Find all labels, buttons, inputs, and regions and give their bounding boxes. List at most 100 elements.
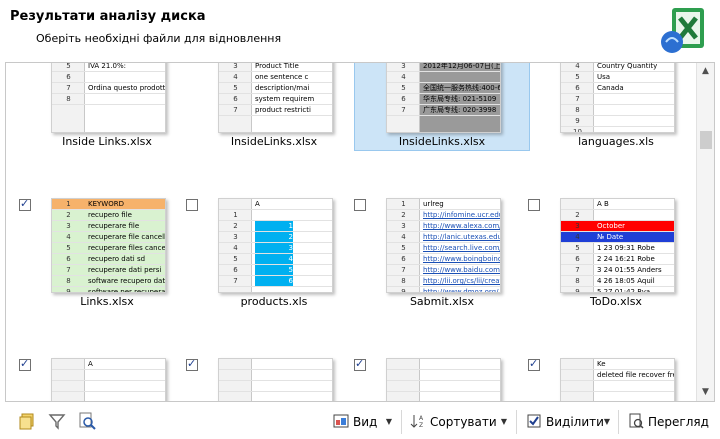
sheet-row: 1 urlreg	[387, 199, 500, 210]
cell-text: 5 27 01:42 Rya	[597, 288, 651, 293]
sheet-row: 6 华东局专线: 021-5109	[387, 94, 500, 105]
row-number: 1	[401, 200, 406, 208]
select-dropdown-icon[interactable]: ▼	[601, 411, 613, 433]
sheet-row: 6 Canada	[561, 83, 674, 94]
sheet-row: 9 software per recuperare file	[52, 287, 165, 293]
view-dropdown-icon[interactable]: ▼	[383, 411, 395, 433]
select-button[interactable]: Виділити	[526, 411, 604, 433]
cell-text: deleted file recover freel	[597, 371, 674, 379]
bottom-toolbar: Вид ▼ A Z Сортувати ▼ Виділити ▼ Перегляд	[0, 404, 720, 439]
row-number: 3	[575, 222, 580, 230]
sort-dropdown-icon[interactable]: ▼	[498, 411, 510, 433]
row-number: 3	[401, 222, 406, 230]
file-name-label[interactable]: Inside Links.xlsx	[19, 135, 195, 148]
view-button[interactable]: Вид	[333, 411, 377, 433]
sheet-row: 5 http://search.live.com/d	[387, 243, 500, 254]
scroll-down-icon[interactable]: ▼	[697, 384, 714, 401]
sheet-row: 7	[561, 94, 674, 105]
file-thumbnail[interactable]: 2(A2)34Country Quantity5Usa6Canada78910	[560, 63, 675, 133]
row-number: 7	[575, 95, 580, 103]
row-number: 2	[66, 211, 71, 219]
file-checkbox[interactable]	[528, 199, 540, 211]
sheet-row: 8	[561, 105, 674, 116]
row-number: 6	[66, 73, 71, 81]
row-number: 10	[573, 128, 582, 133]
row-number: 8	[66, 95, 71, 103]
row-number: 2	[575, 211, 580, 219]
file-thumbnail[interactable]: 122012年11月03-04日(深圳32012年12月06-07日(上海45全…	[386, 63, 501, 133]
sheet-row: 4 http://lanic.utexas.edu/l	[387, 232, 500, 243]
file-name-label[interactable]: Sabmit.xlsx	[354, 295, 530, 308]
filter-icon[interactable]	[48, 412, 66, 430]
sheet-row: 32	[219, 232, 332, 243]
row-number: 4	[401, 73, 406, 81]
sort-button[interactable]: A Z Сортувати	[410, 411, 497, 433]
file-checkbox[interactable]	[19, 357, 31, 371]
cell-text: Country Quantity	[597, 63, 658, 70]
sheet-row: 3 http://www.alexa.com/si	[387, 221, 500, 232]
cell-text: recuperare file cancellati	[88, 233, 165, 241]
sheet-row	[387, 359, 500, 370]
file-thumbnail[interactable]: A B 2 3 October 4 № Date 5 1 23 09:31 Robe 6 2 24…	[560, 198, 675, 293]
row-number: 5	[66, 63, 71, 70]
select-label: Виділити	[546, 415, 604, 429]
file-thumbnail[interactable]: 1 urlreg 2 http://infomine.ucr.edu/3 http://…	[386, 198, 501, 293]
file-name-label[interactable]: ToDo.xlsx	[528, 295, 686, 308]
cell-text: A	[255, 200, 260, 208]
file-checkbox[interactable]	[186, 357, 198, 371]
find-file-icon[interactable]	[78, 412, 96, 430]
scroll-thumb[interactable]	[700, 131, 712, 149]
file-thumbnail[interactable]	[218, 358, 333, 401]
row-number: 4	[575, 233, 580, 241]
file-name-label[interactable]: languages.xls	[528, 135, 686, 148]
sheet-row: 6 http://www.boingboing.n	[387, 254, 500, 265]
file-checkbox[interactable]	[354, 199, 366, 211]
file-thumbnail[interactable]: 345IVA 21.0%:67Ordina questo prodotto8	[51, 63, 166, 133]
row-number: 7	[233, 106, 238, 114]
file-thumbnail[interactable]: A	[51, 358, 166, 401]
sort-icon: AZ	[410, 415, 424, 429]
header: Результати аналізу диска Оберіть необхід…	[0, 0, 720, 62]
vertical-scrollbar[interactable]: ▲ ▼	[696, 63, 714, 401]
row-number: 7	[575, 266, 580, 274]
file-name-label[interactable]: InsideLinks.xlsx	[354, 135, 530, 148]
cell-text: http://lanic.utexas.edu/l	[423, 233, 500, 241]
file-checkbox[interactable]	[528, 357, 540, 371]
cell-text: http://search.live.com/d	[423, 244, 500, 252]
row-number: 8	[575, 277, 580, 285]
file-thumbnail[interactable]	[386, 358, 501, 401]
cell-text: http://www.boingboing.n	[423, 255, 500, 263]
sheet-row: 3 recuperare file	[52, 221, 165, 232]
file-thumbnail[interactable]: 1 KEYWORD 2 recupero file 3 recuperare file 4 r…	[51, 198, 166, 293]
file-name-label[interactable]: products.xls	[186, 295, 362, 308]
sheet-row: 8 http://lii.org/cs/lii/create	[387, 276, 500, 287]
file-name-label[interactable]: Links.xlsx	[19, 295, 195, 308]
folders-icon[interactable]	[18, 412, 36, 430]
file-checkbox[interactable]	[354, 357, 366, 371]
cell-text: 广东局专线: 020-3998	[423, 106, 497, 114]
sheet-row: 4 Country Quantity	[561, 63, 674, 72]
sheet-row: 7 广东局专线: 020-3998	[387, 105, 500, 116]
cell-text: software recupero dati free	[88, 277, 165, 285]
row-number: 6	[66, 255, 71, 263]
file-thumbnail[interactable]: Ke deleted file recover freel	[560, 358, 675, 401]
sheet-row: 5 description/mai	[219, 83, 332, 94]
sheet-row: 7 product restricti	[219, 105, 332, 116]
cell-text: 1 23 09:31 Robe	[597, 244, 655, 252]
file-thumbnail[interactable]: A1213243546576	[218, 198, 333, 293]
file-checkbox[interactable]	[186, 199, 198, 211]
file-thumbnail[interactable]: 123Product Title4one sentence c5descript…	[218, 63, 333, 133]
cell-text: recuperare files cancellati d	[88, 244, 165, 252]
sheet-row: 4 one sentence c	[219, 72, 332, 83]
cell-text: software per recuperare file	[88, 288, 165, 293]
scroll-up-icon[interactable]: ▲	[697, 63, 714, 80]
row-number: 6	[401, 255, 406, 263]
sheet-row: 4	[387, 72, 500, 83]
file-checkbox[interactable]	[19, 197, 31, 211]
cell-text: recupero dati sd	[88, 255, 146, 263]
cell-text: Product Title	[255, 63, 299, 70]
file-name-label[interactable]: InsideLinks.xlsx	[186, 135, 362, 148]
sheet-row: 7 Ordina questo prodotto	[52, 83, 165, 94]
preview-button[interactable]: Перегляд	[628, 411, 709, 433]
row-number: 5	[401, 244, 406, 252]
